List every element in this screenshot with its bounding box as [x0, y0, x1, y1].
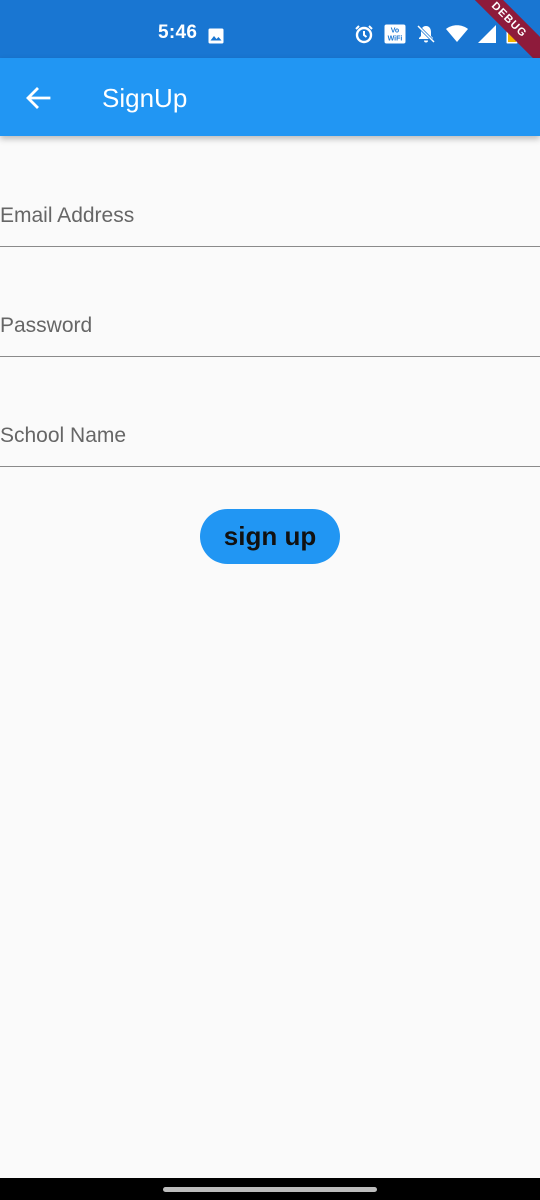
- notifications-off-icon: [416, 24, 436, 44]
- app-bar: SignUp: [0, 58, 540, 136]
- school-name-field-container: [0, 406, 540, 467]
- status-bar: 5:46 Vo WiFi DEBUG: [0, 0, 540, 74]
- back-button[interactable]: [24, 84, 52, 112]
- vowifi-icon: Vo WiFi: [384, 24, 406, 44]
- navigation-bar: [0, 1178, 540, 1200]
- image-icon: [208, 28, 224, 44]
- wifi-icon: [446, 25, 468, 43]
- svg-text:Vo: Vo: [391, 28, 399, 35]
- signal-icon: [478, 25, 496, 43]
- password-field-container: [0, 296, 540, 357]
- home-gesture-handle[interactable]: [163, 1187, 377, 1192]
- signup-button[interactable]: sign up: [200, 509, 340, 564]
- email-field-container: [0, 186, 540, 247]
- school-name-field[interactable]: [0, 424, 530, 448]
- signup-screen: 5:46 Vo WiFi DEBUG SignUp Email Address …: [0, 0, 540, 1200]
- svg-text:WiFi: WiFi: [388, 36, 403, 43]
- alarm-icon: [354, 24, 374, 44]
- arrow-back-icon: [26, 87, 51, 109]
- email-field[interactable]: [0, 204, 530, 228]
- status-time: 5:46: [158, 22, 198, 43]
- password-field[interactable]: [0, 314, 530, 338]
- status-icons: Vo WiFi: [354, 24, 518, 44]
- page-title: SignUp: [102, 83, 188, 113]
